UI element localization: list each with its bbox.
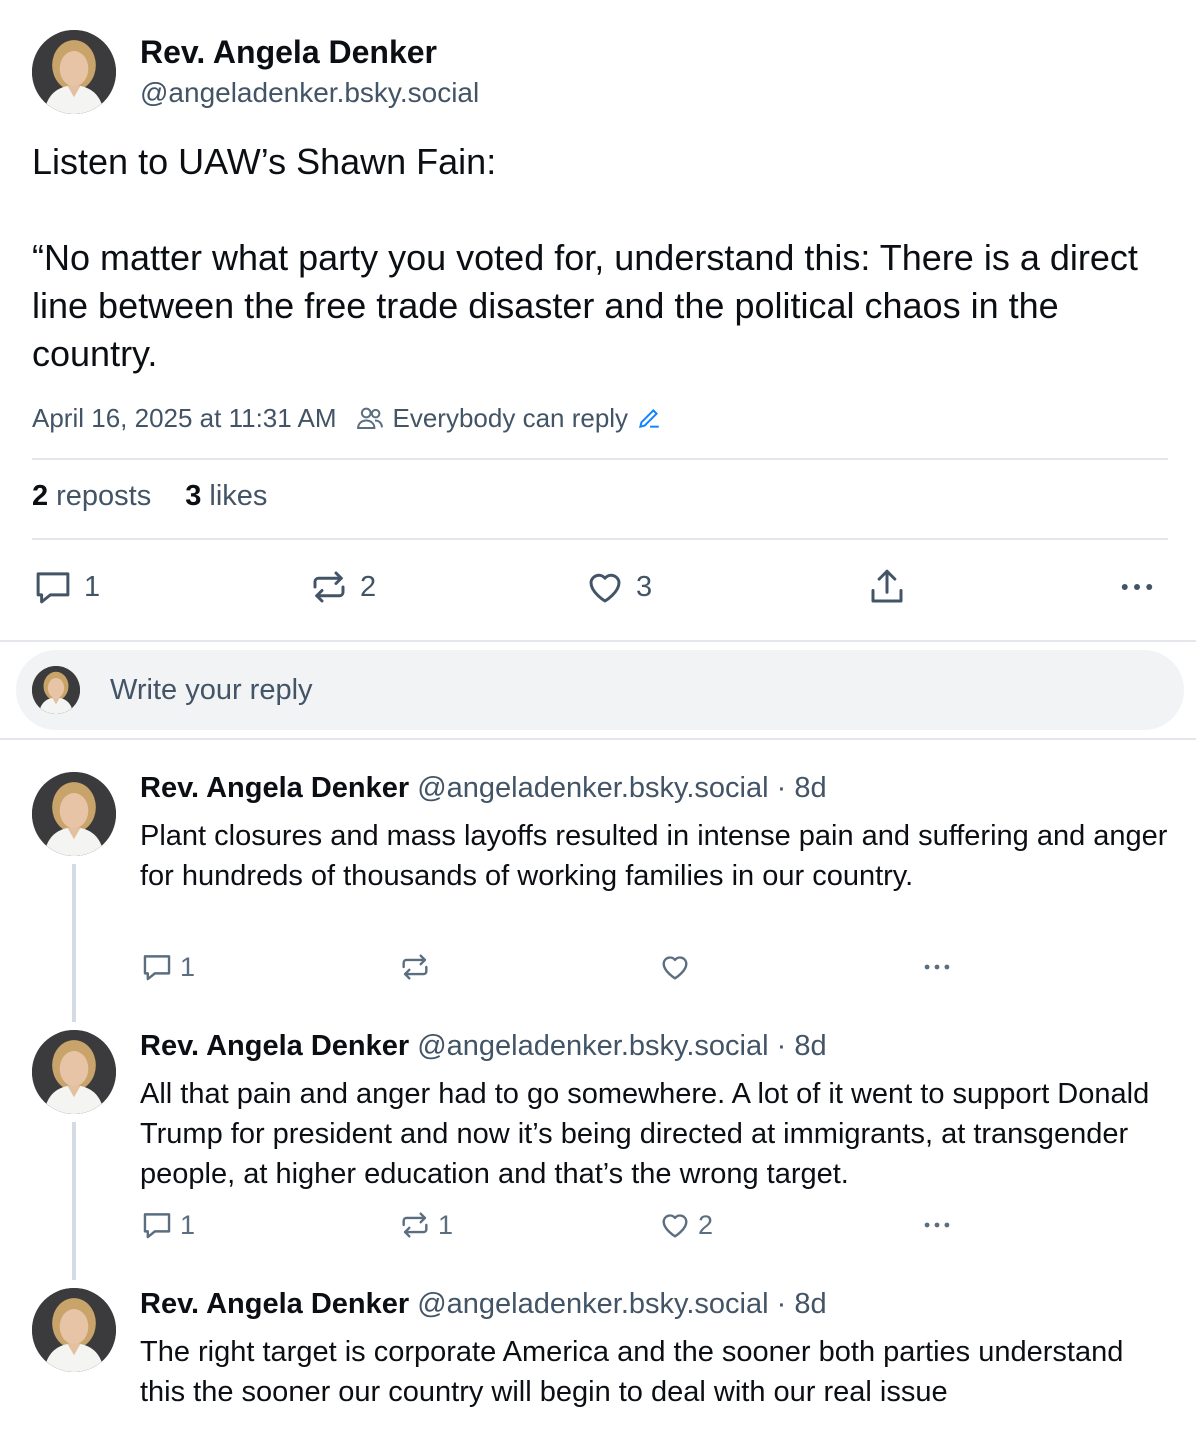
reply-author-avatar[interactable] — [32, 772, 116, 856]
more-icon — [1121, 584, 1153, 590]
reply-header: Rev. Angela Denker @angeladenker.bsky.so… — [140, 1288, 827, 1321]
reply-author-handle[interactable]: @angeladenker.bsky.social · 8d — [417, 1030, 826, 1062]
more-button[interactable] — [920, 1208, 954, 1242]
reply-author-handle[interactable]: @angeladenker.bsky.social · 8d — [417, 772, 826, 804]
reply-count: 1 — [84, 570, 101, 603]
divider — [32, 538, 1168, 540]
like-button[interactable]: 2 — [658, 1208, 713, 1242]
author-handle[interactable]: @angeladenker.bsky.social — [140, 77, 479, 109]
reply-button[interactable]: 1 — [140, 950, 195, 984]
post-text: Listen to UAW’s Shawn Fain: “No matter w… — [32, 141, 1138, 374]
repost-count: 1 — [438, 1209, 454, 1240]
reply-setting[interactable]: Everybody can reply — [393, 403, 629, 434]
more-icon — [924, 964, 950, 970]
reply-text: Plant closures and mass layoffs resulted… — [140, 820, 1168, 892]
more-button[interactable] — [920, 950, 954, 984]
divider — [32, 458, 1168, 460]
more-button[interactable] — [1116, 566, 1158, 608]
reply-placeholder[interactable]: Write your reply — [110, 674, 313, 707]
reply-author-name[interactable]: Rev. Angela Denker — [140, 1030, 409, 1062]
like-button[interactable]: 3 — [584, 566, 652, 608]
like-icon — [589, 573, 621, 603]
post-actions: 1 2 3 — [32, 566, 1168, 610]
reposts-stat[interactable]: 2 reposts — [32, 480, 151, 513]
repost-button[interactable]: 1 — [398, 1208, 453, 1242]
reply-count: 1 — [180, 951, 196, 982]
edit-icon[interactable] — [636, 405, 662, 431]
reply-author-avatar[interactable] — [32, 1288, 116, 1372]
divider — [0, 738, 1196, 740]
reply-author-name[interactable]: Rev. Angela Denker — [140, 1288, 409, 1320]
repost-icon — [402, 1212, 428, 1238]
more-icon — [924, 1222, 950, 1228]
author-avatar[interactable] — [32, 30, 116, 114]
post-meta: April 16, 2025 at 11:31 AM Everybody can… — [32, 400, 662, 436]
divider — [0, 640, 1196, 642]
post-timestamp: April 16, 2025 at 11:31 AM — [32, 402, 337, 433]
reply-count: 1 — [180, 1209, 196, 1240]
post-stats: 2 reposts 3 likes — [32, 480, 267, 513]
reply-text: All that pain and anger had to go somewh… — [140, 1078, 1150, 1190]
reply-icon — [143, 1213, 171, 1239]
repost-icon — [402, 954, 428, 980]
like-count: 3 — [636, 570, 653, 603]
reply-author-name[interactable]: Rev. Angela Denker — [140, 772, 409, 804]
author-name[interactable]: Rev. Angela Denker — [140, 34, 437, 71]
reply-author-avatar[interactable] — [32, 1030, 116, 1114]
repost-button[interactable]: 2 — [308, 566, 376, 608]
repost-icon — [313, 571, 345, 603]
reply-actions: 1 — [140, 950, 980, 986]
reply-button[interactable]: 1 — [32, 566, 100, 608]
like-count: 2 — [698, 1209, 714, 1240]
like-button[interactable] — [658, 950, 698, 984]
reply-author-handle[interactable]: @angeladenker.bsky.social · 8d — [417, 1288, 826, 1320]
like-icon — [662, 956, 688, 980]
reply-icon — [143, 955, 171, 981]
repost-button[interactable] — [398, 950, 438, 984]
reply-header: Rev. Angela Denker @angeladenker.bsky.so… — [140, 772, 827, 805]
reply-header: Rev. Angela Denker @angeladenker.bsky.so… — [140, 1030, 827, 1063]
people-icon — [356, 407, 383, 429]
reply-button[interactable]: 1 — [140, 1208, 195, 1242]
reply-text: The right target is corporate America an… — [140, 1336, 1124, 1408]
reply-icon — [36, 572, 70, 604]
reply-actions: 1 1 2 — [140, 1208, 980, 1244]
thread-line — [72, 1122, 76, 1280]
share-button[interactable] — [866, 566, 908, 608]
repost-count: 2 — [360, 570, 377, 603]
like-icon — [662, 1214, 688, 1238]
thread-line — [72, 864, 76, 1022]
user-avatar — [32, 666, 80, 714]
share-icon — [871, 569, 903, 603]
likes-stat[interactable]: 3 likes — [185, 480, 267, 513]
reply-composer[interactable]: Write your reply — [16, 650, 1184, 730]
